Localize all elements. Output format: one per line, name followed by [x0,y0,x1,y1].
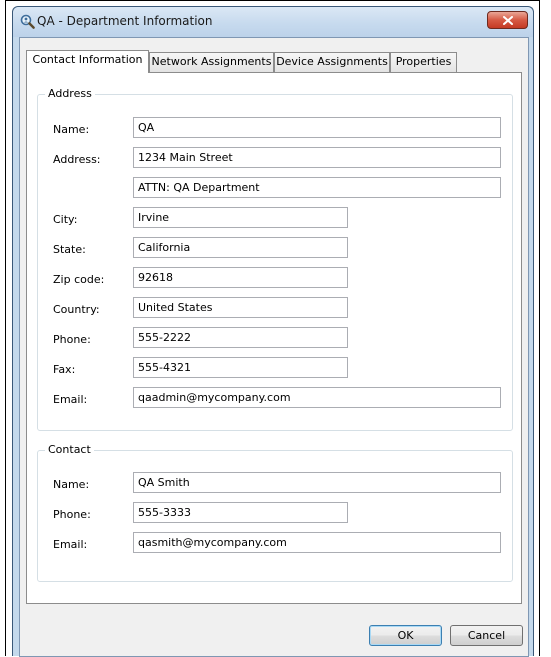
email-field[interactable]: qaadmin@mycompany.com [133,387,501,408]
tab-device-assignments[interactable]: Device Assignments [274,52,390,72]
contact-phone-field[interactable]: 555-3333 [133,502,348,523]
department-info-dialog: QA - Department Information Contact Info… [12,6,534,657]
address-group-title: Address [45,87,95,100]
contact-group-title: Contact [45,443,94,456]
city-field[interactable]: Irvine [133,207,348,228]
address-line1-field[interactable]: 1234 Main Street [133,147,501,168]
state-label: State: [53,243,86,256]
close-button[interactable] [487,11,528,29]
tab-properties[interactable]: Properties [390,52,457,72]
address-name-field[interactable]: QA [133,117,501,138]
phone-label: Phone: [53,333,91,346]
city-label: City: [53,213,78,226]
email-label: Email: [53,393,88,406]
magnifier-icon [20,14,35,29]
address-name-label: Name: [53,123,90,136]
zip-field[interactable]: 92618 [133,267,348,288]
tab-network-assignments[interactable]: Network Assignments [149,52,274,72]
address-line2-field[interactable]: ATTN: QA Department [133,177,501,198]
contact-email-field[interactable]: qasmith@mycompany.com [133,532,501,553]
phone-field[interactable]: 555-2222 [133,327,348,348]
zip-label: Zip code: [53,273,105,286]
cancel-button[interactable]: Cancel [450,625,523,646]
screenshot-border-top [5,0,540,1]
address-label: Address: [53,153,101,166]
country-label: Country: [53,303,100,316]
contact-email-label: Email: [53,538,88,551]
state-field[interactable]: California [133,237,348,258]
tab-contact-information[interactable]: Contact Information [26,50,149,73]
screenshot-border-right [539,0,540,656]
address-group: Address Name: QA Address: 1234 Main Stre… [37,87,513,431]
dialog-body: Contact Information Network Assignments … [19,37,529,657]
fax-field[interactable]: 555-4321 [133,357,348,378]
contact-name-field[interactable]: QA Smith [133,472,501,493]
contact-information-panel: Address Name: QA Address: 1234 Main Stre… [26,72,522,604]
close-icon [502,15,513,25]
window-title: QA - Department Information [37,14,213,28]
contact-group: Contact Name: QA Smith Phone: 555-3333 E… [37,443,513,582]
contact-phone-label: Phone: [53,508,91,521]
country-field[interactable]: United States [133,297,348,318]
ok-button[interactable]: OK [369,625,442,646]
contact-name-label: Name: [53,478,90,491]
screenshot-border-left [5,0,6,656]
title-bar[interactable]: QA - Department Information [13,7,533,37]
fax-label: Fax: [53,363,76,376]
